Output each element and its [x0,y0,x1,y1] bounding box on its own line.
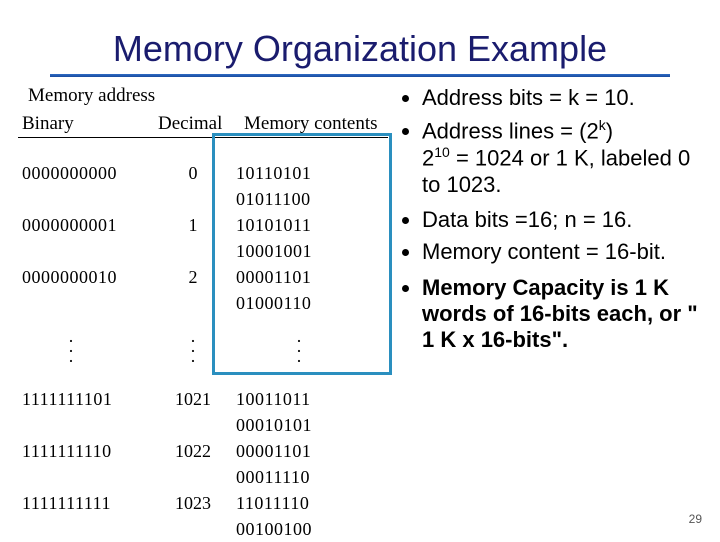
cell-contents: 10101011 10001001 [228,212,388,264]
table-row: 1111111111 1023 11011110 00100100 [18,490,398,542]
bullet-list: Address bits = k = 10. Address lines = (… [398,85,710,542]
table-row: 0000000000 0 10110101 01011100 [18,160,398,212]
slide-title: Memory Organization Example [0,0,720,74]
table-row: 1111111110 1022 00001101 00011110 [18,438,398,490]
superscript-10: 10 [434,144,450,160]
cell-decimal: 0 [158,160,228,212]
page-number: 29 [689,512,702,526]
bullet-address-bits: Address bits = k = 10. [422,85,710,111]
ellipsis-icon: ··· [18,316,158,386]
ellipsis-row: ··· ··· ··· [18,316,398,386]
cell-binary: 1111111111 [18,490,158,542]
header-rule [18,137,388,138]
cell-contents: 10011011 00010101 [228,386,388,438]
cell-decimal: 1021 [158,386,228,438]
col-contents: Memory contents [228,113,388,135]
cell-decimal: 1 [158,212,228,264]
cell-binary: 0000000001 [18,212,158,264]
memory-figure: Memory address Binary Decimal Memory con… [18,85,398,542]
ellipsis-icon: ··· [228,316,388,386]
text: Address lines = (2 [422,118,599,143]
table-row: 1111111101 1021 10011011 00010101 [18,386,398,438]
text: Memory Capacity is 1 K words of 16-bits … [422,275,687,326]
cell-decimal: 1022 [158,438,228,490]
bullet-data-bits: Data bits =16; n = 16. [422,207,710,233]
cell-contents: 11011110 00100100 [228,490,388,542]
cell-binary: 0000000000 [18,160,158,212]
bullet-memory-capacity: Memory Capacity is 1 K words of 16-bits … [422,275,710,353]
cell-decimal: 1023 [158,490,228,542]
cell-binary: 1111111101 [18,386,158,438]
title-underline [50,74,670,77]
text: ) [606,118,613,143]
content-area: Memory address Binary Decimal Memory con… [0,85,720,542]
table-row: 0000000010 2 00001101 01000110 [18,264,398,316]
figure-rows: 0000000000 0 10110101 01011100 000000000… [18,160,398,542]
table-row: 0000000001 1 10101011 10001001 [18,212,398,264]
cell-binary: 0000000010 [18,264,158,316]
bullet-address-lines: Address lines = (2k) 210 = 1024 or 1 K, … [422,117,710,198]
text: = 1024 or 1 K, labeled 0 to 1023. [422,146,690,197]
text: 2 [422,146,434,171]
figure-column-headers: Binary Decimal Memory contents [18,113,398,135]
cell-decimal: 2 [158,264,228,316]
bullet-memory-content: Memory content = 16-bit. [422,239,710,265]
cell-contents: 10110101 01011100 [228,160,388,212]
cell-contents: 00001101 01000110 [228,264,388,316]
superscript-k: k [599,117,606,133]
col-decimal: Decimal [158,113,228,135]
bullet-address-lines-line2: 210 = 1024 or 1 K, labeled 0 to 1023. [422,144,710,197]
ellipsis-icon: ··· [158,316,228,386]
figure-super-header: Memory address [18,85,398,107]
cell-contents: 00001101 00011110 [228,438,388,490]
cell-binary: 1111111110 [18,438,158,490]
col-binary: Binary [18,113,158,135]
